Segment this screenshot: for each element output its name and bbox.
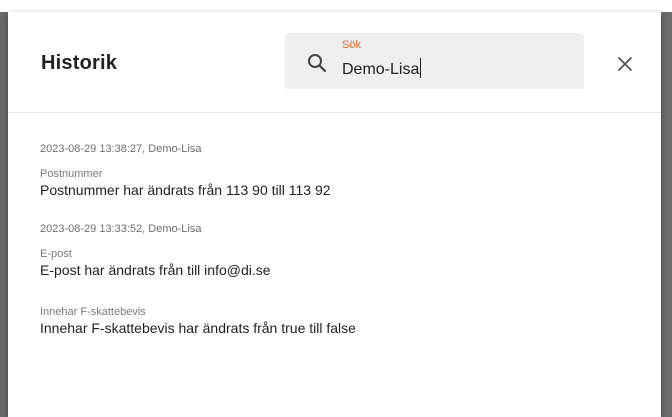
history-change: Innehar F-skattebevis Innehar F-skattebe… xyxy=(40,306,641,338)
search-field[interactable]: Sök Demo-Lisa xyxy=(285,33,584,89)
history-change: E-post E-post har ändrats från till info… xyxy=(40,248,641,280)
change-field-label: Innehar F-skattebevis xyxy=(40,306,146,318)
change-description: E-post har ändrats från till info@di.se xyxy=(40,262,271,278)
search-icon xyxy=(308,54,327,73)
change-description: Postnummer har ändrats från 113 90 till … xyxy=(40,182,331,198)
background-page xyxy=(0,0,672,12)
dialog-header: Historik Sök Demo-Lisa xyxy=(8,12,661,113)
text-caret xyxy=(420,58,422,78)
search-input-value: Demo-Lisa xyxy=(342,61,420,78)
history-list: 2023-08-29 13:38:27, Demo-Lisa Postnumme… xyxy=(40,142,641,360)
change-field-label: Postnummer xyxy=(40,168,103,180)
dialog-title: Historik xyxy=(41,52,118,74)
close-icon[interactable] xyxy=(611,50,639,78)
search-label: Sök xyxy=(342,39,361,51)
history-entry-meta: 2023-08-29 13:33:52, Demo-Lisa xyxy=(40,223,202,235)
search-input[interactable]: Demo-Lisa xyxy=(342,58,422,79)
history-entry: 2023-08-29 13:38:27, Demo-Lisa Postnumme… xyxy=(40,142,641,200)
history-entry: 2023-08-29 13:33:52, Demo-Lisa E-post E-… xyxy=(40,222,641,338)
history-change: Postnummer Postnummer har ändrats från 1… xyxy=(40,168,641,200)
history-entry-meta: 2023-08-29 13:38:27, Demo-Lisa xyxy=(40,143,202,155)
history-dialog: Historik Sök Demo-Lisa 2023-08-29 13:38:… xyxy=(8,12,661,417)
change-field-label: E-post xyxy=(40,248,72,260)
change-description: Innehar F-skattebevis har ändrats från t… xyxy=(40,320,356,336)
